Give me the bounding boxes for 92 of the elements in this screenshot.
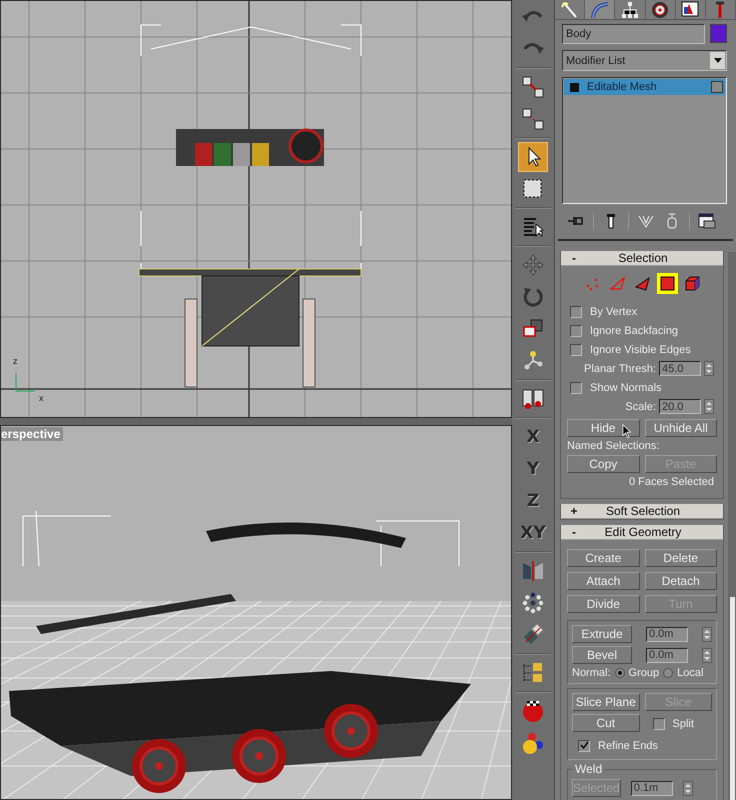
rollout-title: Selection [617, 251, 669, 265]
triangle-icon [634, 274, 650, 292]
scrollbar-thumb[interactable] [730, 597, 735, 800]
checkbox[interactable] [578, 740, 590, 752]
material-sphere-icon [521, 699, 545, 723]
wheel-icon [650, 0, 670, 18]
panel-button[interactable]: Attach [567, 572, 640, 590]
field-label: Scale: [625, 400, 656, 412]
checkbox[interactable] [570, 382, 582, 394]
rollout-toggle: - [567, 525, 581, 539]
mouse-pointer-icon [622, 424, 632, 439]
snap-icon [521, 387, 545, 411]
rollout-header[interactable]: - Selection [561, 251, 723, 266]
circle-array-icon [521, 591, 545, 615]
object-color-swatch[interactable] [710, 24, 727, 43]
square-icon [658, 274, 676, 292]
rollout-toggle: - [567, 251, 581, 265]
axis-constraint-button[interactable]: Z [518, 486, 548, 516]
configure-sets-icon [698, 213, 716, 229]
list-pointer-icon [521, 215, 545, 239]
stack-tool-button[interactable] [698, 213, 716, 229]
toolbar-button[interactable] [518, 142, 548, 172]
panel-button[interactable]: Extrude [572, 625, 632, 643]
rollout-title: Soft Selection [604, 504, 682, 518]
layers-icon [521, 661, 545, 685]
mirror-icon [521, 559, 545, 583]
viewport-label: erspective [1, 427, 64, 441]
axis-label: x [39, 394, 44, 403]
number-field[interactable]: 0.0m [646, 648, 688, 662]
panel-button[interactable]: Divide [567, 595, 640, 613]
spinner-arrows[interactable] [704, 399, 714, 414]
panel-button[interactable]: Create [567, 549, 640, 567]
panel-button[interactable]: Unhide All [644, 419, 717, 437]
number-field[interactable]: 45.0 [659, 361, 701, 376]
bend-icon [590, 0, 610, 18]
move-arrows-icon [521, 253, 545, 277]
selection-status: 0 Faces Selected [629, 476, 714, 488]
panel-button[interactable]: Detach [644, 572, 717, 590]
spinner-arrows[interactable] [704, 361, 714, 376]
checkbox-label: Ignore Backfacing [590, 324, 678, 336]
section-label: Named Selections: [567, 440, 660, 452]
rollout-header[interactable]: - Edit Geometry [561, 525, 723, 540]
field-label: Planar Thresh: [584, 362, 656, 374]
spinner-arrows[interactable] [702, 648, 712, 662]
hierarchy-icon [620, 0, 640, 18]
axis-constraint-button[interactable]: Y [518, 454, 548, 484]
unlink-icon [521, 107, 545, 131]
rotate-icon [521, 285, 545, 309]
number-field[interactable]: 0.0m [646, 626, 688, 642]
stack-item-toggle [711, 81, 723, 93]
radio-label: Local [677, 667, 704, 679]
axis-constraint-button[interactable]: XY [518, 518, 548, 548]
funnel-icon [637, 213, 655, 229]
panel-button[interactable]: Copy [567, 455, 640, 473]
spinner-arrows[interactable] [702, 626, 712, 642]
panel-button[interactable]: Cut [572, 714, 640, 732]
axis-label: z [13, 357, 18, 366]
object-name-field[interactable]: Body [562, 24, 705, 44]
radio-label: Group [628, 667, 660, 679]
checkbox[interactable] [652, 718, 664, 730]
checkbox-label: Show Normals [590, 382, 662, 394]
checkbox-label: Refine Ends [598, 740, 658, 752]
checkbox-label: By Vertex [590, 306, 638, 318]
link-icon [521, 75, 545, 99]
number-field[interactable]: 0.1m [630, 780, 673, 796]
checkbox-label: Ignore Visible Edges [590, 344, 691, 356]
checkbox-label: Split [672, 718, 694, 730]
monitor-icon [680, 0, 700, 18]
checkbox[interactable] [570, 324, 582, 336]
group-title: Weld [573, 762, 604, 776]
spinner-arrows[interactable] [682, 780, 693, 796]
subobject-level-button[interactable] [656, 272, 678, 294]
rollout-toggle: + [567, 504, 581, 518]
checkbox[interactable] [570, 306, 582, 318]
rollout-title: Edit Geometry [604, 525, 682, 539]
radio-button[interactable] [614, 668, 625, 678]
field-label: Normal: [572, 667, 611, 679]
panel-button[interactable]: Delete [644, 549, 717, 567]
modifier-list-dropdown[interactable]: Modifier List [562, 50, 727, 71]
rollout-header[interactable]: + Soft Selection [561, 504, 723, 519]
panel-button[interactable]: Hide [567, 419, 640, 437]
panel-button[interactable]: Bevel [572, 646, 632, 664]
cube-icon [684, 274, 700, 292]
spheres-icon [521, 731, 545, 755]
axis-constraint-button[interactable]: X [518, 422, 548, 452]
panel-button[interactable]: Slice Plane [572, 693, 640, 711]
triangle-outline-icon [608, 274, 626, 292]
checkbox[interactable] [570, 344, 582, 356]
stack-item[interactable]: Editable Mesh [564, 79, 725, 95]
number-field[interactable]: 20.0 [659, 399, 701, 414]
expand-icon [570, 82, 579, 92]
radio-button[interactable] [663, 668, 674, 678]
